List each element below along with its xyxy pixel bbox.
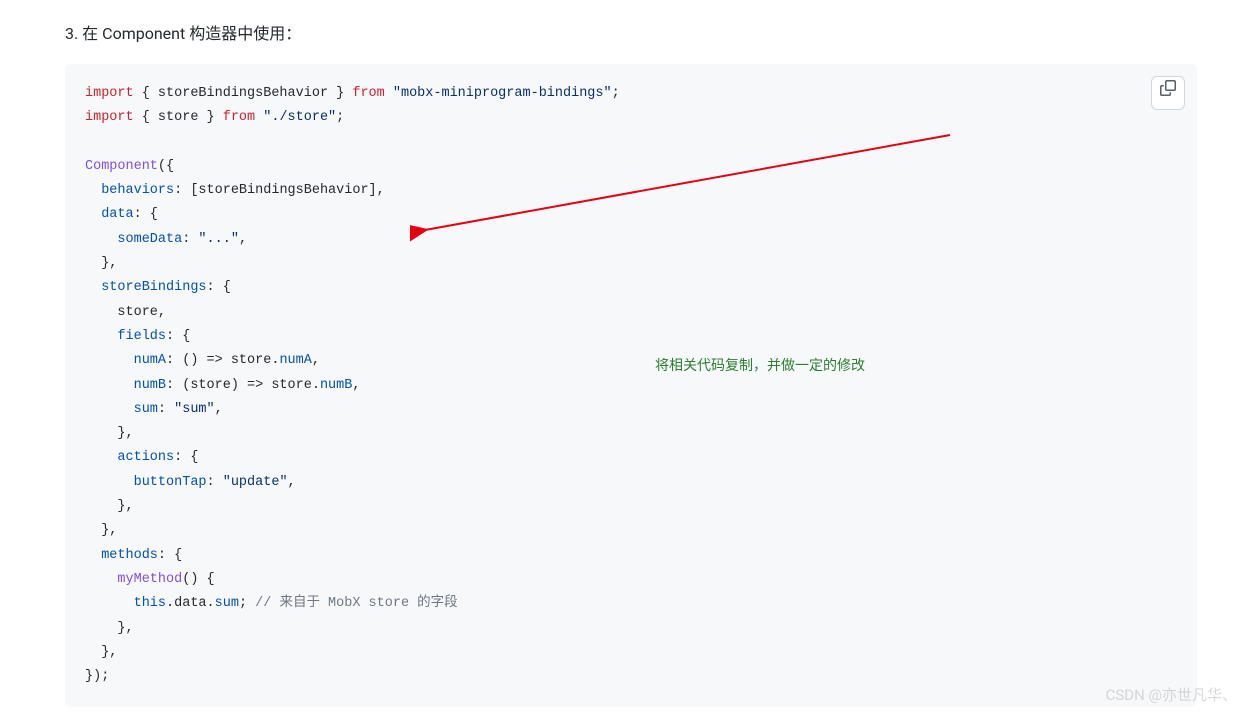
copy-button[interactable] [1151, 76, 1185, 110]
code-content: import { storeBindingsBehavior } from "m… [85, 82, 1177, 689]
copy-icon [1160, 80, 1176, 106]
annotation-text: 将相关代码复制，并做一定的修改 [655, 355, 865, 375]
code-block: import { storeBindingsBehavior } from "m… [65, 64, 1197, 707]
section-heading: 3. 在 Component 构造器中使用： [65, 20, 1227, 44]
watermark: CSDN @亦世凡华、 [1106, 684, 1237, 705]
